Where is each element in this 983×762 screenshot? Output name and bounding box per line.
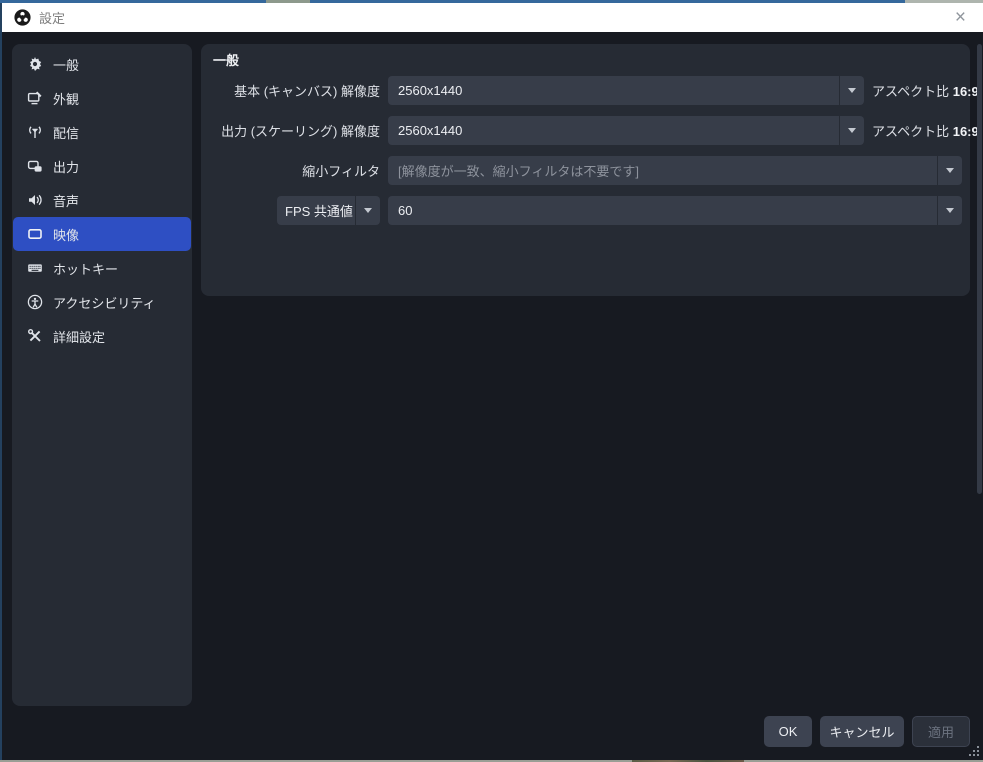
aspect-ratio-readout: アスペクト比 16:9 [872, 81, 979, 100]
downscale-filter-value: [解像度が一致、縮小フィルタは不要です] [388, 161, 937, 180]
fps-row: FPS 共通値 60 [201, 196, 962, 225]
obs-logo-icon [14, 9, 31, 26]
sidebar-item-audio[interactable]: 音声 [13, 183, 191, 217]
sidebar-item-label: 音声 [53, 191, 79, 210]
sidebar-item-label: 出力 [53, 157, 79, 176]
output-resolution-label: 出力 (スケーリング) 解像度 [201, 121, 380, 140]
sidebar-item-label: 詳細設定 [53, 327, 105, 346]
settings-sidebar: 一般 外観 配信 [12, 44, 192, 706]
accessibility-icon [26, 294, 43, 311]
sidebar-item-label: 外観 [53, 89, 79, 108]
downscale-filter-row: 縮小フィルタ [解像度が一致、縮小フィルタは不要です] [201, 156, 962, 185]
sidebar-item-output[interactable]: 出力 [13, 149, 191, 183]
aspect-ratio-label: アスペクト比 [872, 124, 949, 139]
downscale-filter-label: 縮小フィルタ [201, 161, 380, 180]
base-resolution-select[interactable]: 2560x1440 [388, 76, 864, 105]
sidebar-item-video[interactable]: 映像 [13, 217, 191, 251]
video-icon [26, 226, 43, 243]
cancel-button[interactable]: キャンセル [820, 716, 904, 747]
output-icon [26, 158, 43, 175]
chevron-down-icon [839, 76, 864, 105]
sidebar-item-label: アクセシビリティ [53, 293, 156, 312]
output-resolution-row: 出力 (スケーリング) 解像度 2560x1440 アスペクト比 16:9 [201, 116, 979, 145]
fps-value: 60 [388, 203, 937, 218]
downscale-filter-select[interactable]: [解像度が一致、縮小フィルタは不要です] [388, 156, 962, 185]
close-icon[interactable]: × [950, 8, 971, 27]
vertical-scrollbar[interactable] [977, 44, 982, 494]
tools-icon [26, 328, 43, 345]
base-resolution-row: 基本 (キャンバス) 解像度 2560x1440 アスペクト比 16:9 [201, 76, 979, 105]
chevron-down-icon [937, 196, 962, 225]
aspect-ratio-value: 16:9 [953, 84, 979, 99]
fps-mode-value: FPS 共通値 [277, 201, 355, 220]
chevron-down-icon [355, 196, 380, 225]
sidebar-item-stream[interactable]: 配信 [13, 115, 191, 149]
window-title: 設定 [39, 8, 65, 27]
sidebar-item-accessibility[interactable]: アクセシビリティ [13, 285, 191, 319]
sidebar-item-general[interactable]: 一般 [13, 47, 191, 81]
settings-dialog-body: 一般 外観 配信 [2, 32, 983, 760]
aspect-ratio-readout: アスペクト比 16:9 [872, 121, 979, 140]
chevron-down-icon [839, 116, 864, 145]
broadcast-icon [26, 124, 43, 141]
appearance-icon [26, 90, 43, 107]
sidebar-item-appearance[interactable]: 外観 [13, 81, 191, 115]
sidebar-item-advanced[interactable]: 詳細設定 [13, 319, 191, 353]
base-resolution-value: 2560x1440 [388, 83, 839, 98]
fps-mode-select[interactable]: FPS 共通値 [277, 196, 380, 225]
titlebar: 設定 × [2, 3, 983, 32]
aspect-ratio-label: アスペクト比 [872, 84, 949, 99]
aspect-ratio-value: 16:9 [953, 124, 979, 139]
fps-value-select[interactable]: 60 [388, 196, 962, 225]
keyboard-icon [26, 260, 43, 277]
base-resolution-label: 基本 (キャンバス) 解像度 [201, 81, 380, 100]
gear-icon [26, 56, 43, 73]
sidebar-item-label: ホットキー [53, 259, 118, 278]
video-settings-panel: 一般 基本 (キャンバス) 解像度 2560x1440 アスペクト比 16:9 … [201, 44, 970, 296]
ok-button[interactable]: OK [764, 716, 812, 747]
sidebar-item-label: 映像 [53, 225, 79, 244]
chevron-down-icon [937, 156, 962, 185]
audio-icon [26, 192, 43, 209]
output-resolution-select[interactable]: 2560x1440 [388, 116, 864, 145]
output-resolution-value: 2560x1440 [388, 123, 839, 138]
resize-grip[interactable] [977, 754, 979, 756]
sidebar-item-label: 配信 [53, 123, 79, 142]
apply-button[interactable]: 適用 [912, 716, 970, 747]
sidebar-item-hotkeys[interactable]: ホットキー [13, 251, 191, 285]
panel-heading: 一般 [213, 50, 239, 69]
sidebar-item-label: 一般 [53, 55, 79, 74]
